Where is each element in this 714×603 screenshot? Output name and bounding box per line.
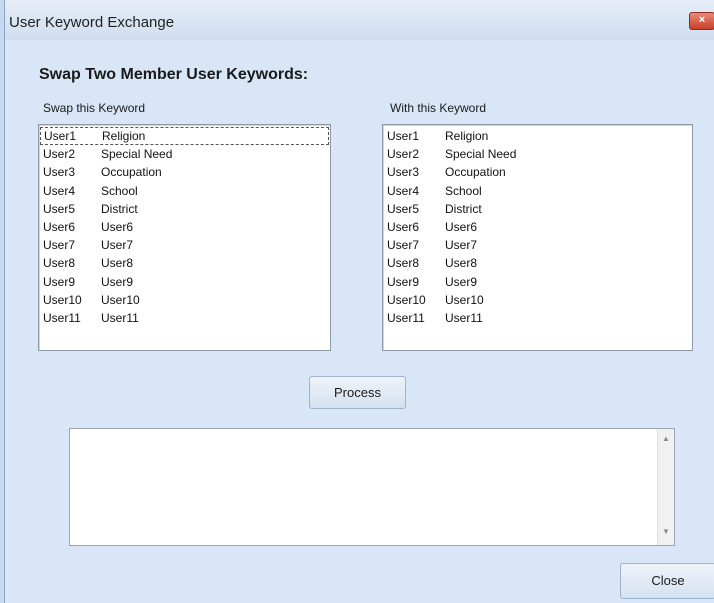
dialog-window: User Keyword Exchange × Swap Two Member …	[4, 0, 714, 603]
keyword-value: User10	[101, 292, 140, 307]
keyword-value: Special Need	[101, 147, 173, 162]
list-item[interactable]: User6 User6	[383, 218, 692, 236]
keyword-value: Occupation	[445, 165, 506, 180]
keyword-key: User5	[43, 201, 76, 216]
keyword-key: User1	[44, 129, 77, 143]
keyword-value: District	[445, 201, 482, 216]
list-item[interactable]: User11 User11	[383, 309, 692, 327]
keyword-value: User9	[101, 274, 134, 289]
window-close-icon[interactable]: ×	[689, 12, 714, 30]
close-button[interactable]: Close	[620, 563, 714, 599]
list-item[interactable]: User7 User7	[39, 236, 330, 254]
keyword-key: User11	[387, 310, 425, 325]
list-item[interactable]: User7 User7	[383, 236, 692, 254]
keyword-value: User8	[101, 256, 134, 271]
output-scrollbar[interactable]: ▲ ▼	[657, 429, 674, 545]
keyword-key: User8	[387, 256, 420, 271]
keyword-key: User6	[387, 219, 420, 234]
keyword-value: User6	[445, 219, 478, 234]
keyword-value: Religion	[102, 129, 146, 143]
keyword-key: User10	[387, 292, 426, 307]
keyword-value: User8	[445, 256, 478, 271]
list-item[interactable]: User8 User8	[383, 254, 692, 272]
keyword-value: User7	[101, 238, 134, 253]
keyword-value: User11	[101, 310, 139, 325]
title-bar[interactable]: User Keyword Exchange ×	[5, 0, 714, 40]
keyword-value: User10	[445, 292, 484, 307]
keyword-value: District	[101, 201, 138, 216]
list-item[interactable]: User10 User10	[39, 291, 330, 309]
with-keyword-listbox[interactable]: User1 Religion User2 Special Need User3 Occup…	[382, 124, 693, 351]
output-textarea[interactable]: ▲ ▼	[69, 428, 675, 546]
dialog-heading: Swap Two Member User Keywords:	[39, 66, 309, 83]
process-button[interactable]: Process	[309, 376, 406, 409]
list-item[interactable]: User10 User10	[383, 291, 692, 309]
keyword-value: Religion	[445, 129, 489, 143]
list-item[interactable]: User9 User9	[383, 273, 692, 291]
keyword-value: User7	[445, 238, 478, 253]
keyword-value: User6	[101, 219, 134, 234]
swap-keyword-label: Swap this Keyword	[43, 101, 146, 115]
dialog-body: Swap Two Member User Keywords: Swap this…	[5, 40, 714, 603]
keyword-key: User4	[387, 183, 420, 198]
keyword-key: User3	[387, 165, 420, 180]
keyword-key: User1	[387, 129, 420, 143]
keyword-value: Occupation	[101, 165, 162, 180]
list-item[interactable]: User5 District	[383, 200, 692, 218]
keyword-key: User9	[387, 274, 420, 289]
window-title: User Keyword Exchange	[9, 14, 175, 31]
keyword-value: User11	[445, 310, 483, 325]
keyword-key: User2	[43, 147, 76, 162]
output-text	[70, 429, 674, 437]
list-item[interactable]: User4 School	[383, 182, 692, 200]
keyword-key: User7	[387, 238, 420, 253]
keyword-key: User9	[43, 274, 76, 289]
keyword-value: School	[101, 183, 138, 198]
list-item[interactable]: User9 User9	[39, 273, 330, 291]
keyword-value: User9	[445, 274, 478, 289]
keyword-value: School	[445, 183, 482, 198]
list-item[interactable]: User6 User6	[39, 218, 330, 236]
keyword-value: Special Need	[445, 147, 517, 162]
keyword-key: User2	[387, 147, 420, 162]
keyword-key: User4	[43, 183, 76, 198]
list-item[interactable]: User5 District	[39, 200, 330, 218]
list-item[interactable]: User2 Special Need	[39, 145, 330, 163]
list-item[interactable]: User8 User8	[39, 254, 330, 272]
keyword-key: User3	[43, 165, 76, 180]
with-keyword-label: With this Keyword	[390, 101, 487, 115]
list-item[interactable]: User11 User11	[39, 309, 330, 327]
keyword-key: User11	[43, 310, 81, 325]
keyword-key: User7	[43, 238, 76, 253]
swap-keyword-listbox[interactable]: User1 Religion User2 Special Need User3 Occup…	[38, 124, 331, 351]
scroll-up-icon[interactable]: ▲	[662, 434, 670, 443]
keyword-key: User8	[43, 256, 76, 271]
list-item[interactable]: User1 Religion	[383, 127, 692, 145]
list-item[interactable]: User2 Special Need	[383, 145, 692, 163]
list-item[interactable]: User1 Religion	[40, 127, 329, 146]
list-item[interactable]: User3 Occupation	[39, 163, 330, 181]
list-item[interactable]: User4 School	[39, 182, 330, 200]
keyword-key: User6	[43, 219, 76, 234]
keyword-key: User10	[43, 292, 82, 307]
keyword-key: User5	[387, 201, 420, 216]
scroll-down-icon[interactable]: ▼	[662, 527, 670, 536]
list-item[interactable]: User3 Occupation	[383, 163, 692, 181]
